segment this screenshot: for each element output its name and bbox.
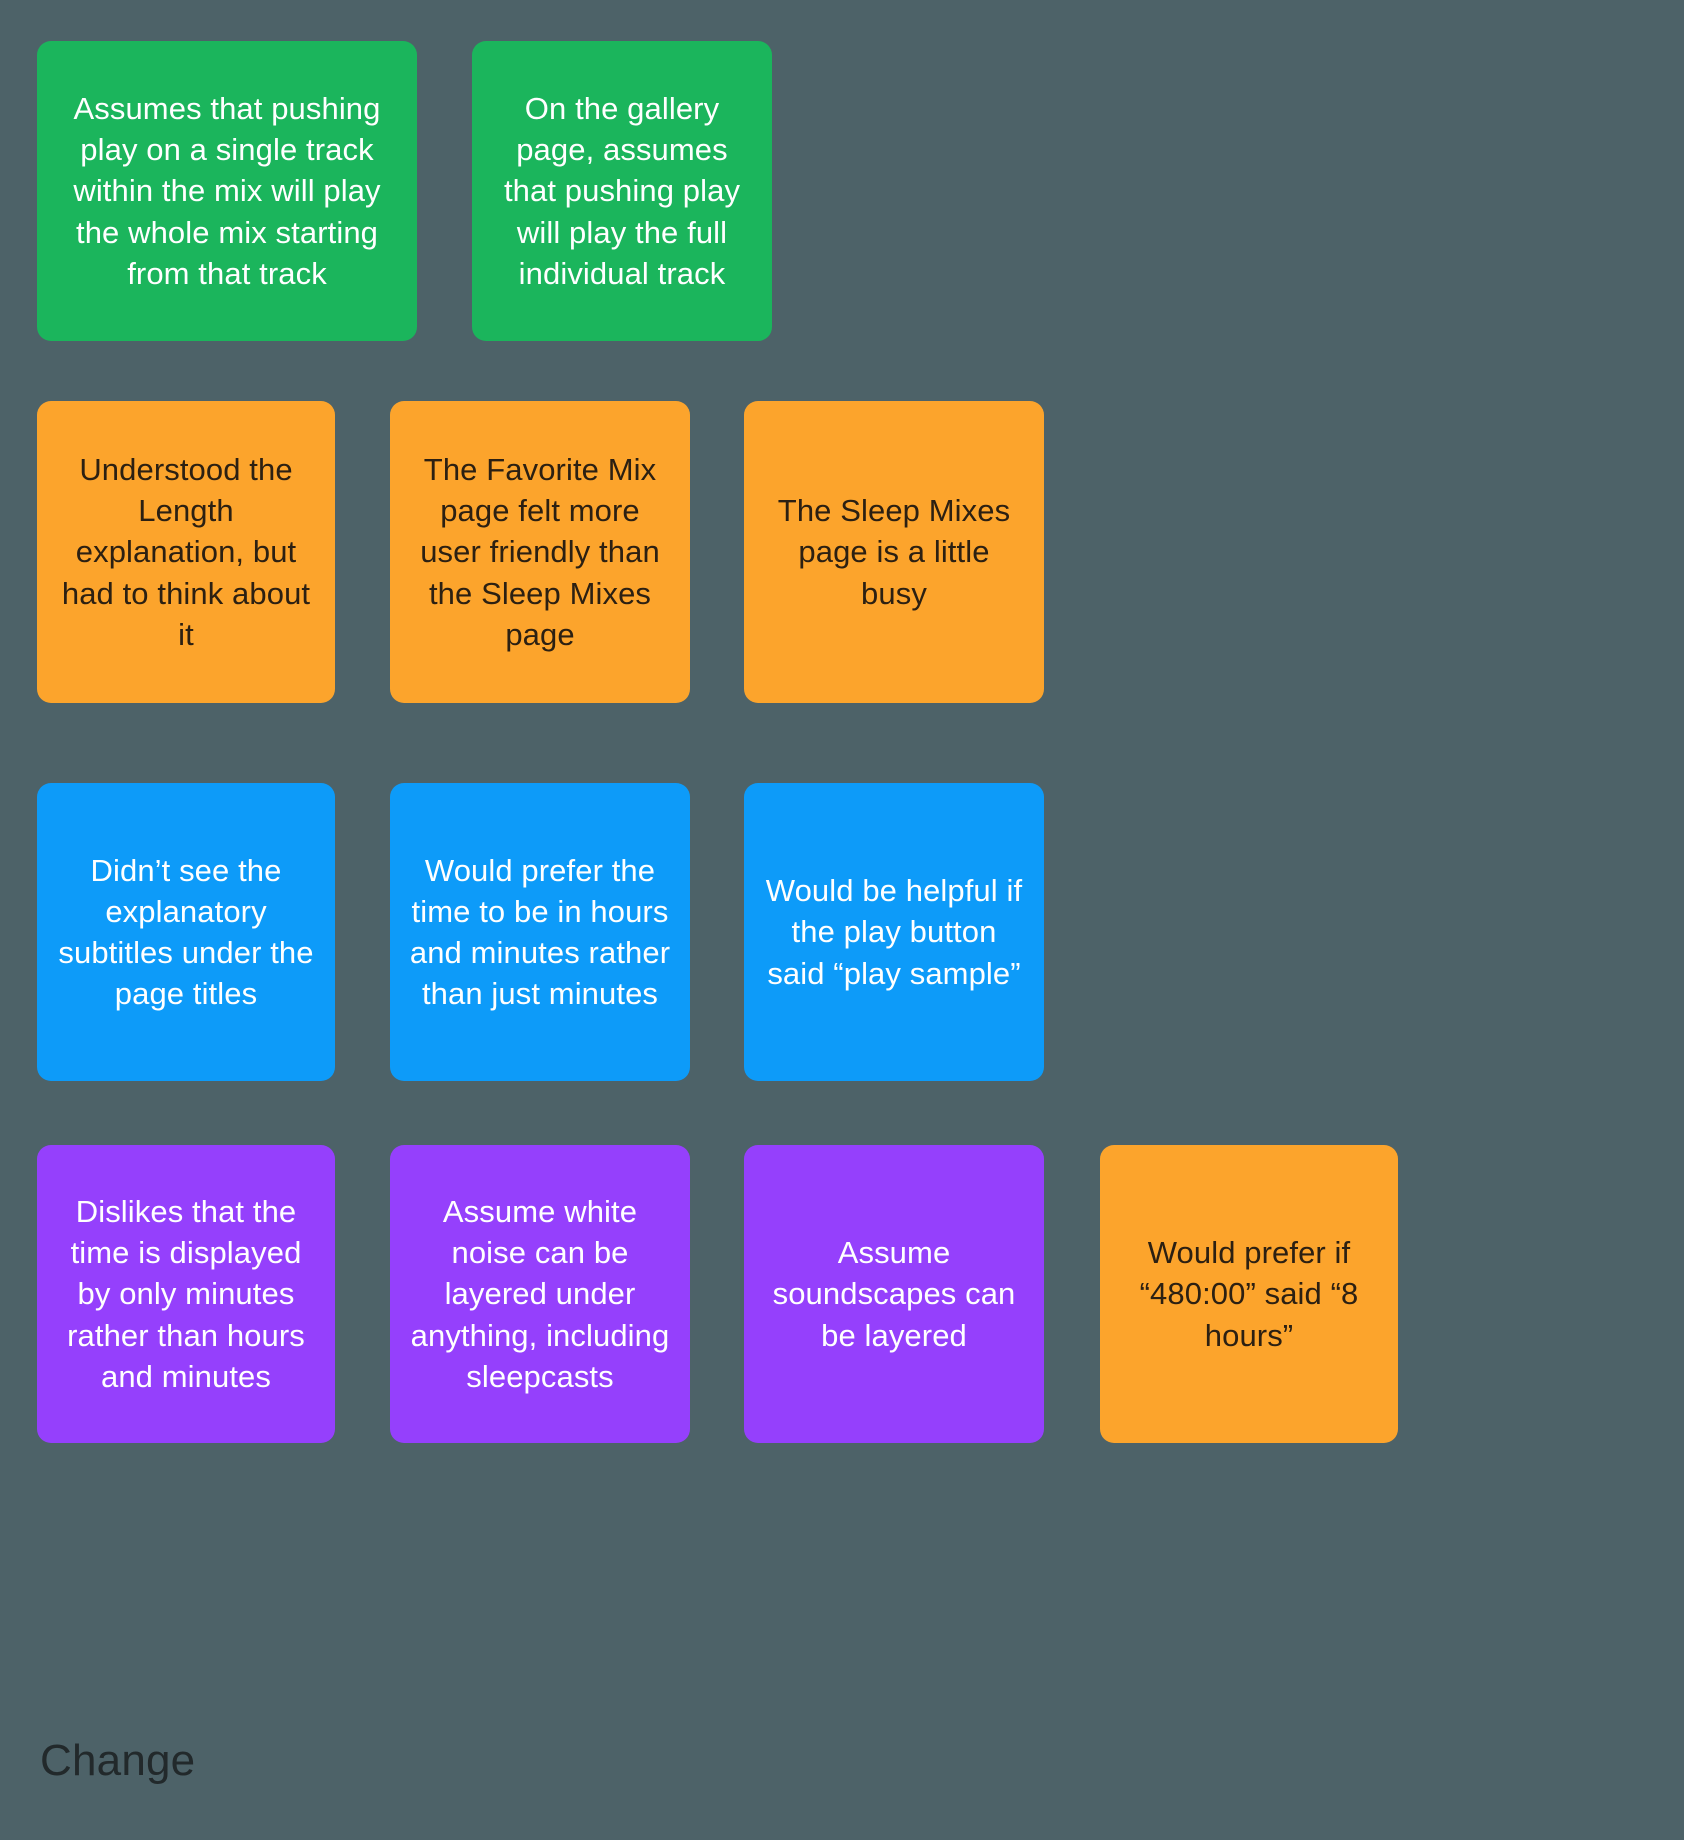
section-caption: Change: [40, 1736, 196, 1785]
sticky-note-text: The Sleep Mixes page is a little busy: [777, 493, 1011, 611]
sticky-note-text: Didn’t see the explanatory subtitles und…: [58, 852, 314, 1012]
sticky-note[interactable]: Understood the Length explanation, but h…: [37, 401, 335, 703]
sticky-note[interactable]: Assume white noise can be layered under …: [390, 1145, 690, 1443]
sticky-note-text: On the gallery page, assumes that pushin…: [503, 90, 741, 291]
sticky-note[interactable]: Assume soundscapes can be layered: [744, 1145, 1044, 1443]
sticky-note-text: Dislikes that the time is displayed by o…: [67, 1193, 305, 1394]
sticky-note-text: Would be helpful if the play button said…: [765, 873, 1023, 991]
sticky-note[interactable]: The Favorite Mix page felt more user fri…: [390, 401, 690, 703]
sticky-note[interactable]: Assumes that pushing play on a single tr…: [37, 41, 417, 341]
sticky-note-text: Assume white noise can be layered under …: [410, 1193, 670, 1394]
sticky-note[interactable]: Dislikes that the time is displayed by o…: [37, 1145, 335, 1443]
sticky-note-text: Assumes that pushing play on a single tr…: [73, 90, 381, 291]
sticky-note[interactable]: Would prefer the time to be in hours and…: [390, 783, 690, 1081]
sticky-note-text: Would prefer the time to be in hours and…: [409, 852, 671, 1012]
sticky-note-text: Assume soundscapes can be layered: [772, 1235, 1016, 1353]
sticky-note[interactable]: Would prefer if “480:00” said “8 hours”: [1100, 1145, 1398, 1443]
sticky-note[interactable]: On the gallery page, assumes that pushin…: [472, 41, 772, 341]
sticky-note-board: Assumes that pushing play on a single tr…: [0, 0, 1684, 1840]
sticky-note[interactable]: Would be helpful if the play button said…: [744, 783, 1044, 1081]
sticky-note-text: Would prefer if “480:00” said “8 hours”: [1139, 1235, 1359, 1353]
sticky-note-text: Understood the Length explanation, but h…: [61, 451, 311, 652]
sticky-note[interactable]: Didn’t see the explanatory subtitles und…: [37, 783, 335, 1081]
sticky-note-text: The Favorite Mix page felt more user fri…: [420, 451, 660, 652]
sticky-note[interactable]: The Sleep Mixes page is a little busy: [744, 401, 1044, 703]
